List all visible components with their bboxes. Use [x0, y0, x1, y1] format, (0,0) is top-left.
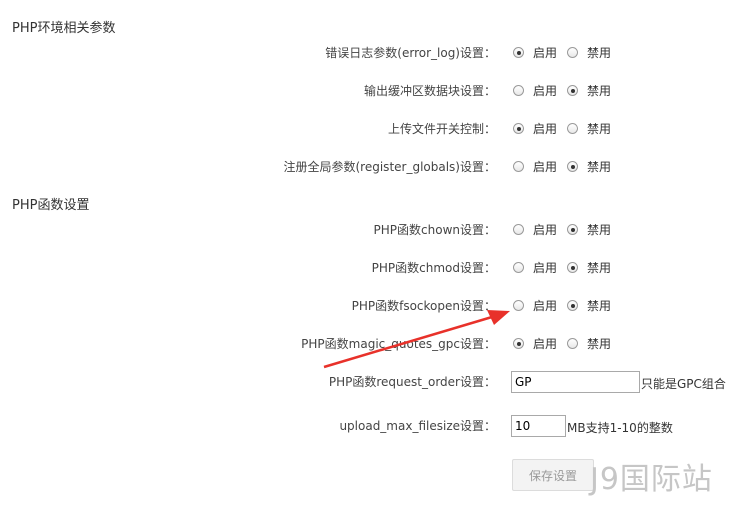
option-label: 禁用 [587, 337, 612, 351]
upload-max-filesize-hint: MB支持1-10的整数 [567, 421, 673, 435]
row-label: PHP函数chmod设置： [371, 261, 496, 275]
option-label: 禁用 [587, 160, 612, 174]
option-label: 禁用 [587, 299, 612, 313]
enable-radio-option[interactable]: 启用 [513, 120, 557, 137]
radio-button[interactable] [513, 161, 524, 172]
enable-radio-option[interactable]: 启用 [513, 259, 557, 276]
disable-radio-option[interactable]: 禁用 [567, 221, 611, 238]
row-label: 注册全局参数(register_globals)设置： [283, 160, 497, 174]
section-title-php-functions: PHP函数设置 [12, 198, 90, 213]
option-label: 启用 [533, 299, 558, 313]
disable-radio-option[interactable]: 禁用 [567, 259, 611, 276]
row-label: PHP函数fsockopen设置： [351, 299, 496, 313]
disable-radio-option[interactable]: 禁用 [567, 335, 611, 352]
radio-button[interactable] [513, 262, 524, 273]
row-label: upload_max_filesize设置： [339, 419, 496, 433]
upload-max-filesize-input[interactable] [511, 415, 566, 437]
option-label: 禁用 [587, 84, 612, 98]
radio-button[interactable] [567, 161, 578, 172]
enable-radio-option[interactable]: 启用 [513, 82, 557, 99]
row-label: 输出缓冲区数据块设置： [363, 84, 496, 98]
option-label: 禁用 [587, 46, 612, 60]
row-label: 错误日志参数(error_log)设置： [325, 46, 496, 60]
radio-button[interactable] [513, 300, 524, 311]
request-order-input[interactable] [511, 371, 640, 393]
request-order-hint: 只能是GPC组合 [641, 377, 726, 391]
radio-button[interactable] [567, 47, 578, 58]
enable-radio-option[interactable]: 启用 [513, 335, 557, 352]
disable-radio-option[interactable]: 禁用 [567, 82, 611, 99]
enable-radio-option[interactable]: 启用 [513, 44, 557, 61]
option-label: 禁用 [587, 261, 612, 275]
disable-radio-option[interactable]: 禁用 [567, 44, 611, 61]
radio-button[interactable] [513, 338, 524, 349]
row-label: PHP函数magic_quotes_gpc设置： [301, 337, 496, 351]
option-label: 启用 [533, 337, 558, 351]
watermark-text: J9国际站 [590, 462, 713, 497]
enable-radio-option[interactable]: 启用 [513, 158, 557, 175]
disable-radio-option[interactable]: 禁用 [567, 297, 611, 314]
enable-radio-option[interactable]: 启用 [513, 297, 557, 314]
radio-button[interactable] [513, 123, 524, 134]
disable-radio-option[interactable]: 禁用 [567, 158, 611, 175]
radio-button[interactable] [567, 262, 578, 273]
radio-button[interactable] [513, 85, 524, 96]
radio-button[interactable] [567, 224, 578, 235]
radio-button[interactable] [513, 47, 524, 58]
radio-button[interactable] [567, 123, 578, 134]
radio-button[interactable] [567, 338, 578, 349]
row-label: PHP函数request_order设置： [328, 375, 496, 389]
option-label: 启用 [533, 160, 558, 174]
option-label: 启用 [533, 84, 558, 98]
section-title-php-env: PHP环境相关参数 [12, 21, 116, 36]
row-label: 上传文件开关控制： [387, 122, 496, 136]
row-label: PHP函数chown设置： [373, 223, 496, 237]
option-label: 启用 [533, 261, 558, 275]
disable-radio-option[interactable]: 禁用 [567, 120, 611, 137]
option-label: 启用 [533, 122, 558, 136]
option-label: 禁用 [587, 223, 612, 237]
radio-button[interactable] [513, 224, 524, 235]
option-label: 禁用 [587, 122, 612, 136]
enable-radio-option[interactable]: 启用 [513, 221, 557, 238]
option-label: 启用 [533, 46, 558, 60]
save-settings-button[interactable]: 保存设置 [512, 459, 594, 491]
option-label: 启用 [533, 223, 558, 237]
radio-button[interactable] [567, 300, 578, 311]
radio-button[interactable] [567, 85, 578, 96]
